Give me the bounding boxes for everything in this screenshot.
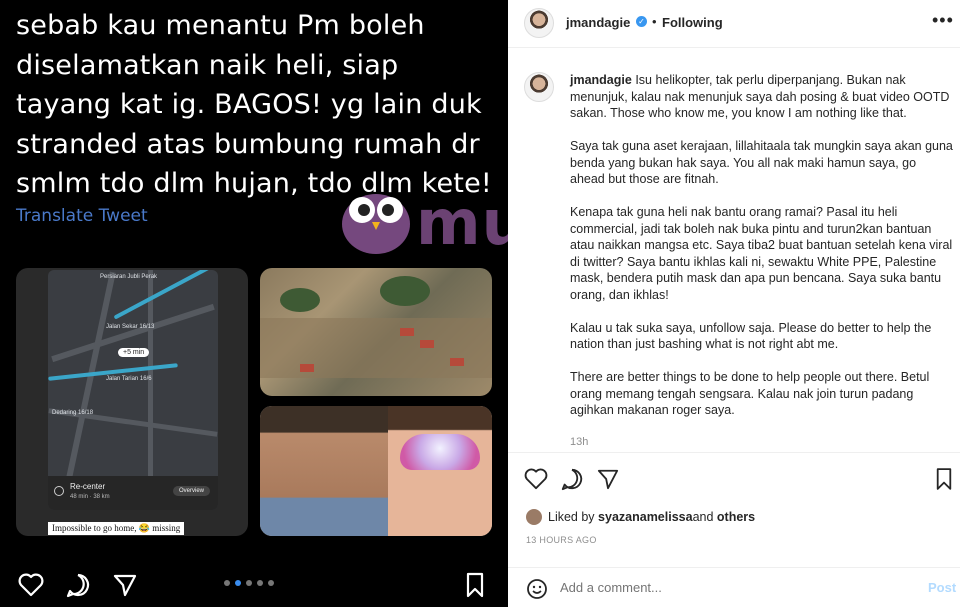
translate-tweet-link[interactable]: Translate Tweet: [16, 206, 148, 226]
overview-button[interactable]: Overview: [172, 486, 210, 496]
comment-icon[interactable]: [558, 465, 586, 493]
caption-paragraph-5: There are better things to be done to he…: [570, 370, 930, 417]
face-paint: [400, 434, 480, 470]
bookmark-icon[interactable]: [932, 465, 956, 493]
instagram-post-panel: jmandagie ✓ • Following ••• jmandagie Is…: [508, 0, 960, 607]
aerial-flood-photo[interactable]: [260, 268, 492, 396]
carousel-dots: [224, 580, 274, 586]
caption-paragraph-3: Kenapa tak guna heli nak bantu orang ram…: [570, 205, 953, 302]
caption-timestamp: 13h: [570, 436, 589, 448]
action-section: Liked by syazanamelissa and others 13 HO…: [508, 452, 960, 607]
caption-paragraph-2: Saya tak guna aset kerajaan, lillahitaal…: [570, 139, 953, 186]
map-screenshot[interactable]: Persiaran Jubli Perak Jalan Sekar 16/13 …: [16, 268, 248, 536]
comment-row: Post: [508, 567, 960, 607]
navigation-map: Persiaran Jubli Perak Jalan Sekar 16/13 …: [48, 270, 218, 510]
heart-icon[interactable]: [16, 570, 46, 600]
following-button[interactable]: Following: [662, 15, 723, 30]
recenter-title: Re-center: [70, 482, 106, 491]
avatar[interactable]: [524, 8, 554, 38]
caption-paragraph-4: Kalau u tak suka saya, unfollow saja. Pl…: [570, 320, 932, 352]
map-caption: Impossible to go home, 😂 missing: [48, 522, 185, 535]
tweet-text: sebab kau menantu Pm boleh diselamatkan …: [16, 10, 492, 199]
liker-username[interactable]: syazanamelissa: [598, 510, 693, 524]
share-icon[interactable]: [594, 465, 622, 493]
caption-username[interactable]: jmandagie: [570, 73, 632, 87]
comment-input[interactable]: [560, 580, 880, 595]
caption-area: jmandagie Isu helikopter, tak perlu dipe…: [508, 48, 960, 452]
caption-paragraph-1: jmandagie Isu helikopter, tak perlu dipe…: [570, 73, 950, 120]
map-label-road-1: Jalan Sekar 16/13: [106, 324, 155, 330]
heart-icon[interactable]: [522, 465, 550, 493]
bookmark-icon[interactable]: [462, 570, 488, 600]
recenter-icon: [54, 486, 64, 496]
more-options-icon[interactable]: •••: [932, 10, 954, 31]
posted-time: 13 HOURS AGO: [526, 535, 597, 545]
father-daughter-photo[interactable]: [260, 406, 492, 536]
caption-avatar[interactable]: [524, 72, 554, 102]
comment-icon[interactable]: [63, 570, 93, 600]
post-header: jmandagie ✓ • Following •••: [508, 0, 960, 48]
liked-others-link[interactable]: others: [717, 510, 755, 524]
header-username[interactable]: jmandagie: [566, 15, 630, 30]
share-icon[interactable]: [110, 570, 140, 600]
caption-body: jmandagie Isu helikopter, tak perlu dipe…: [570, 72, 954, 435]
recenter-bar[interactable]: Re-center 48 min · 38 km Overview: [48, 476, 218, 510]
verified-badge-icon: ✓: [636, 16, 647, 27]
tweet-screenshot-panel: sebab kau menantu Pm boleh diselamatkan …: [0, 0, 508, 607]
eta-pill: +5 min: [118, 348, 150, 357]
header-separator: •: [652, 14, 657, 29]
recenter-subtitle: 48 min · 38 km: [70, 494, 110, 500]
liked-by-row: Liked by syazanamelissa and others: [526, 509, 755, 525]
emoji-icon[interactable]: [524, 576, 550, 602]
map-label-road-2: Jalan Tarian 16/6: [106, 376, 152, 382]
liker-avatar: [526, 509, 542, 525]
map-label-road-3: Dedaring 16/18: [52, 410, 94, 416]
post-comment-button[interactable]: Post: [928, 580, 956, 595]
map-label-top: Persiaran Jubli Perak: [100, 274, 158, 280]
